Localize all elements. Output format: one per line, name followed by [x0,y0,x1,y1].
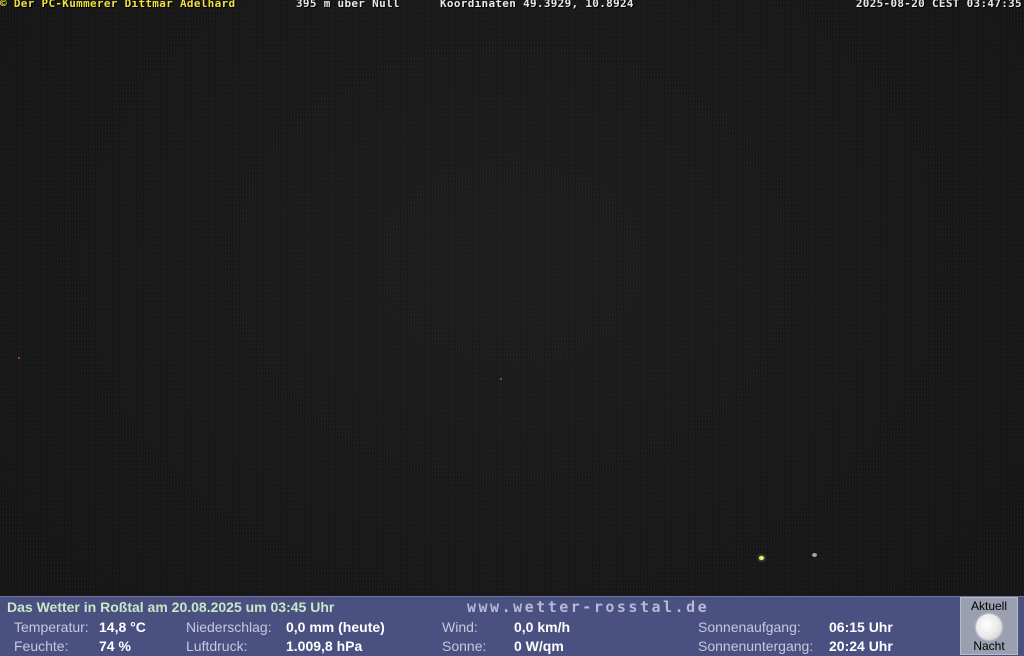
sun-value: 0 W/qm [514,638,564,654]
website-label: www.wetter-rosstal.de [467,598,710,616]
wind-value: 0,0 km/h [514,619,571,635]
temperature-label: Temperatur: [14,619,89,635]
sunrise-value: 06:15 Uhr [829,619,893,635]
temperature-value: 14,8 °C [99,619,146,635]
overlay-coordinates: Koordinaten 49.3929, 10.8924 [440,0,634,10]
sunrise-label: Sonnenaufgang: [698,619,801,635]
overlay-owner: © Der PC-Kümmerer Dittmar Adelhard [0,0,236,10]
weather-bar: Das Wetter in Roßtal am 20.08.2025 um 03… [0,596,1024,656]
wind-label: Wind: [442,619,478,635]
pressure-label: Luftdruck: [186,638,248,654]
humidity-value: 74 % [99,638,131,654]
moon-phase-box: Aktuell Nacht [960,597,1018,655]
sunset-label: Sonnenuntergang: [698,638,814,654]
moon-icon [976,614,1002,640]
weather-headline: Das Wetter in Roßtal am 20.08.2025 um 03… [7,599,335,615]
precipitation-label: Niederschlag: [186,619,272,635]
moon-bottom-label: Nacht [973,639,1005,653]
sun-label: Sonne: [442,638,487,654]
overlay-datetime: 2025-08-20 CEST 03:47:35 [855,0,1022,10]
moon-top-label: Aktuell [970,599,1008,613]
sunset-value: 20:24 Uhr [829,638,893,654]
distant-light [759,556,764,560]
humidity-label: Feuchte: [14,638,69,654]
overlay-altitude: 395 m über Null [296,0,400,10]
distant-light [812,553,817,557]
webcam-overlay-bar: © Der PC-Kümmerer Dittmar Adelhard 395 m… [0,0,1024,12]
distant-light [18,357,20,359]
precipitation-value: 0,0 mm (heute) [286,619,385,635]
distant-light [500,378,502,380]
pressure-value: 1.009,8 hPa [286,638,363,654]
webcam-image: © Der PC-Kümmerer Dittmar Adelhard 395 m… [0,0,1024,656]
